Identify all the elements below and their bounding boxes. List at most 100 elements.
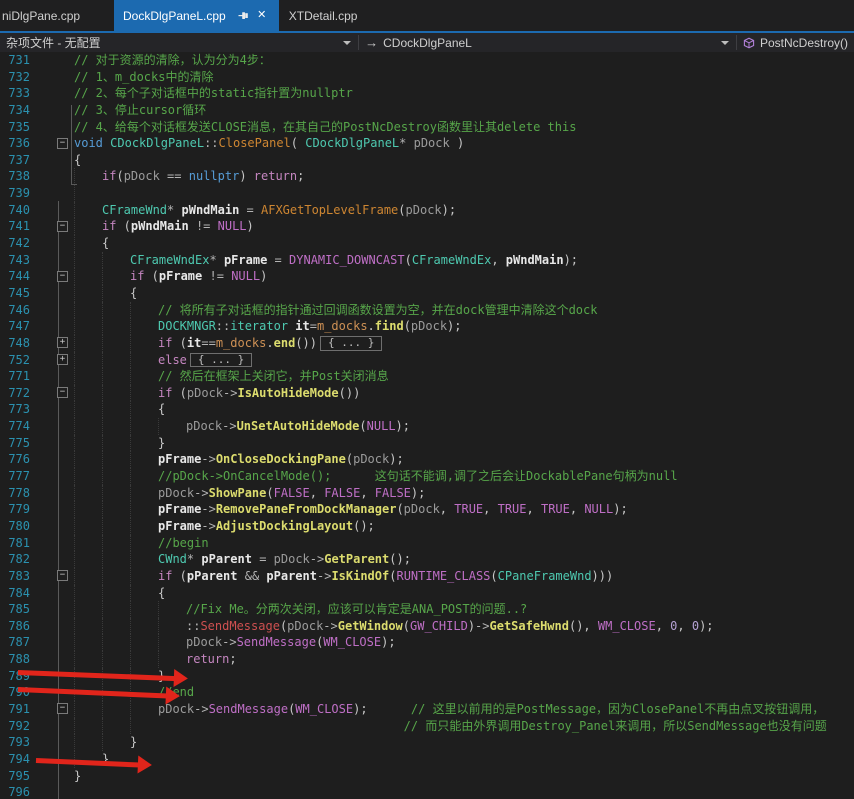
collapse-region-icon[interactable]: − <box>57 387 68 398</box>
line-number: 785 <box>0 601 34 618</box>
code-token: FALSE <box>375 485 411 502</box>
code-token: ) <box>450 135 464 152</box>
indent-guide <box>102 401 130 418</box>
line-number: 740 <box>0 202 34 219</box>
indent-guide <box>74 601 102 618</box>
code-token: } <box>158 435 165 452</box>
close-icon[interactable]: ✕ <box>254 8 270 24</box>
indent-guide <box>130 701 158 718</box>
code-token: pDock <box>411 318 447 335</box>
code-token: * <box>209 252 216 269</box>
indent-guide <box>102 352 130 369</box>
indent-guide <box>158 618 186 635</box>
tab-minidlgpane[interactable]: niDlgPane.cpp <box>0 0 114 31</box>
collapse-region-icon[interactable]: − <box>57 703 68 714</box>
code-line: 780pFrame->AdjustDockingLayout(); <box>0 518 854 535</box>
code-token: -> <box>201 451 215 468</box>
code-token: = <box>247 202 254 219</box>
line-number: 734 <box>0 102 34 119</box>
code-editor[interactable]: 731// 对于资源的清除，认为分为4步：732// 1、m_docks中的清除… <box>0 52 854 799</box>
indent-guide <box>74 568 102 585</box>
indent-guide <box>74 451 102 468</box>
code-line: 746// 将所有子对话框的指针通过回调函数设置为空，并在dock管理中清除这个… <box>0 302 854 319</box>
indent-guide <box>102 568 130 585</box>
code-line: 731 // 对于资源的清除，认为分为4步： <box>0 52 854 69</box>
collapse-region-icon[interactable]: − <box>57 271 68 282</box>
fold-margin <box>34 768 74 785</box>
indent-guide <box>74 235 102 252</box>
code-token: != <box>210 268 224 285</box>
indent-guide <box>74 651 102 668</box>
project-context-dropdown[interactable]: 杂项文件 - 无配置 <box>0 33 358 52</box>
code-token: ; <box>229 651 236 668</box>
code-text <box>74 784 854 799</box>
line-number: 731 <box>0 52 34 69</box>
code-text: DOCKMNGR::iterator it=m_docks.find(pDock… <box>74 318 854 335</box>
code-token <box>259 568 266 585</box>
tab-xtdetail[interactable]: XTDetail.cpp <box>279 0 376 31</box>
line-number: 778 <box>0 485 34 502</box>
indent-guide <box>130 468 158 485</box>
code-token: CFrameWndEx <box>130 252 209 269</box>
indent-guide <box>130 335 158 352</box>
code-token: // 4、给每个对话框发送CLOSE消息，在其自己的PostNcDestroy函… <box>74 119 576 136</box>
fold-margin <box>34 235 74 252</box>
code-token: pDock <box>158 485 194 502</box>
code-token: TRUE <box>454 501 483 518</box>
code-token: ( <box>396 501 403 518</box>
line-number: 777 <box>0 468 34 485</box>
collapse-region-icon[interactable]: − <box>57 221 68 232</box>
code-token: // 1、m_docks中的清除 <box>74 69 213 86</box>
code-token: ); <box>389 451 403 468</box>
code-line: 788return; <box>0 651 854 668</box>
collapsed-region-box[interactable]: { ... } <box>190 353 252 368</box>
code-token: if <box>102 218 116 235</box>
collapse-region-icon[interactable]: − <box>57 138 68 149</box>
code-token: pFrame <box>159 268 202 285</box>
fold-margin <box>34 168 74 185</box>
code-token: ( <box>280 618 287 635</box>
indent-guide <box>102 385 130 402</box>
code-token <box>160 168 167 185</box>
pin-icon[interactable] <box>236 8 252 24</box>
code-token: == <box>201 335 215 352</box>
member-navigation-dropdown[interactable]: PostNcDestroy() <box>737 33 854 52</box>
indent-guide <box>102 268 130 285</box>
code-token: 0 <box>692 618 699 635</box>
expand-region-icon[interactable]: + <box>57 337 68 348</box>
code-text: // 对于资源的清除，认为分为4步： <box>74 52 854 69</box>
code-token <box>368 701 411 718</box>
indent-guide <box>130 352 158 369</box>
fold-margin <box>34 451 74 468</box>
code-text: } <box>74 668 854 685</box>
code-line: 775} <box>0 435 854 452</box>
code-text: return; <box>74 651 854 668</box>
tab-dockdlgpanel[interactable]: DockDlgPaneL.cpp ✕ <box>114 0 279 31</box>
code-area: 731// 对于资源的清除，认为分为4步：732// 1、m_docks中的清除… <box>0 52 854 799</box>
fold-margin <box>34 285 74 302</box>
type-navigation-dropdown[interactable]: → CDockDlgPaneL <box>359 33 736 52</box>
code-token: // 然后在框架上关闭它，并Post关闭消息 <box>158 368 389 385</box>
code-token: pDock <box>187 385 223 402</box>
code-token: //pDock->OnCancelMode(); 这句话不能调,调了之后会让Do… <box>158 468 678 485</box>
code-token: NULL <box>231 268 260 285</box>
code-token: = <box>310 318 317 335</box>
code-token: RUNTIME_CLASS <box>396 568 490 585</box>
code-token: WM_CLOSE <box>598 618 656 635</box>
code-token: GetSafeHwnd <box>490 618 569 635</box>
code-token: FALSE <box>324 485 360 502</box>
code-token <box>267 252 274 269</box>
code-token <box>252 551 259 568</box>
collapsed-region-box[interactable]: { ... } <box>320 336 382 351</box>
expand-region-icon[interactable]: + <box>57 354 68 365</box>
code-line: 771// 然后在框架上关闭它，并Post关闭消息 <box>0 368 854 385</box>
indent-guide <box>130 418 158 435</box>
fold-margin <box>34 718 74 735</box>
code-token: return <box>186 651 229 668</box>
code-token: // 3、停止cursor循环 <box>74 102 206 119</box>
fold-margin <box>34 784 74 799</box>
code-token: ); <box>564 252 578 269</box>
indent-guide <box>102 718 130 735</box>
code-text: // 1、m_docks中的清除 <box>74 69 854 86</box>
collapse-region-icon[interactable]: − <box>57 570 68 581</box>
